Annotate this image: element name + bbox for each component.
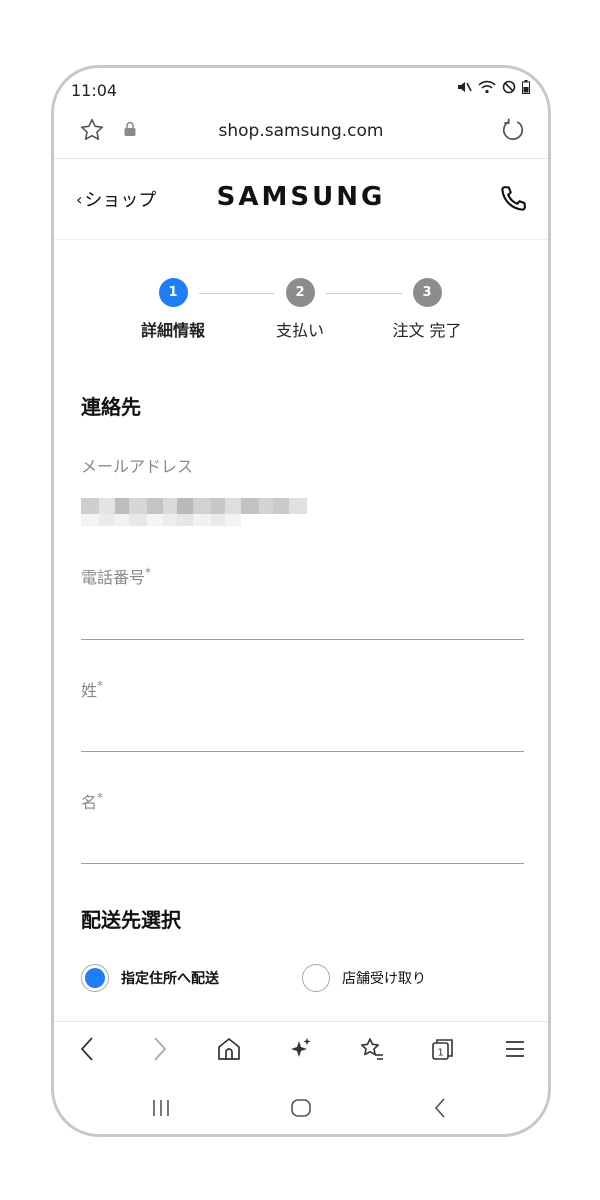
home-icon[interactable]: [216, 1035, 242, 1063]
status-bar: 11:04: [54, 68, 548, 108]
radio-unselected[interactable]: [302, 964, 330, 992]
bookmarks-icon[interactable]: [358, 1035, 386, 1063]
reload-icon[interactable]: [500, 117, 526, 143]
tabs-icon[interactable]: 1: [429, 1035, 457, 1063]
site-header: ‹ ショップ SAMSUNG: [54, 159, 548, 240]
system-back-icon[interactable]: [432, 1097, 448, 1119]
radio-selected[interactable]: [81, 964, 109, 992]
svg-text:1: 1: [437, 1048, 443, 1059]
mute-icon: [458, 82, 472, 92]
step-label: 注文 完了: [392, 321, 462, 340]
no-disturb-icon: [502, 80, 516, 94]
email-label: メールアドレス: [81, 457, 194, 476]
step-connector: [199, 293, 274, 294]
ai-sparkle-icon[interactable]: [288, 1035, 314, 1063]
samsung-logo[interactable]: SAMSUNG: [54, 182, 548, 212]
forward-arrow-icon[interactable]: [147, 1035, 171, 1063]
wifi-icon: [478, 80, 496, 94]
status-time: 11:04: [71, 81, 118, 100]
back-arrow-icon[interactable]: [76, 1035, 100, 1063]
checkout-stepper: 1 詳細情報 2 支払い 3 注文 完了: [54, 278, 548, 348]
address-url[interactable]: shop.samsung.com: [54, 121, 548, 141]
step-complete: 3 注文 完了: [387, 278, 467, 341]
delivery-option-store[interactable]: 店舗受け取り: [302, 964, 426, 992]
phone-number-label: 電話番号*: [81, 565, 152, 587]
system-navigation-bar: [54, 1078, 548, 1134]
email-value-blurred-lower: [81, 514, 241, 526]
step-label: 支払い: [275, 321, 324, 340]
menu-icon[interactable]: [503, 1035, 527, 1063]
step-number: 1: [158, 278, 188, 307]
phone-call-icon[interactable]: [498, 184, 528, 214]
step-payment: 2 支払い: [266, 278, 334, 341]
first-name-label: 名*: [81, 790, 104, 812]
recent-apps-icon[interactable]: [150, 1098, 172, 1118]
delivery-option-home[interactable]: 指定住所へ配送: [81, 964, 219, 992]
battery-icon: [522, 80, 530, 94]
status-icons: [456, 80, 530, 94]
step-details: 1 詳細情報: [137, 278, 209, 341]
last-name-label: 姓*: [81, 678, 104, 700]
radio-label: 店舗受け取り: [342, 971, 426, 987]
phone-frame: 11:04 shop.samsung.com ‹ ショップ SAMSUNG 1 …: [51, 65, 551, 1137]
first-name-input[interactable]: [81, 863, 524, 864]
home-button-icon[interactable]: [290, 1098, 312, 1118]
radio-label: 指定住所へ配送: [121, 971, 219, 987]
email-value-blurred: [81, 498, 307, 514]
step-label: 詳細情報: [140, 321, 205, 340]
last-name-input[interactable]: [81, 751, 524, 752]
phone-number-input[interactable]: [81, 639, 524, 640]
contact-section-title: 連絡先: [81, 395, 141, 419]
browser-address-bar: shop.samsung.com: [54, 108, 548, 159]
step-number: 2: [285, 278, 315, 307]
step-number: 3: [412, 278, 442, 307]
delivery-method-group: 指定住所へ配送 店舗受け取り: [81, 964, 524, 998]
delivery-section-title: 配送先選択: [81, 908, 181, 932]
browser-toolbar: 1: [54, 1021, 548, 1078]
